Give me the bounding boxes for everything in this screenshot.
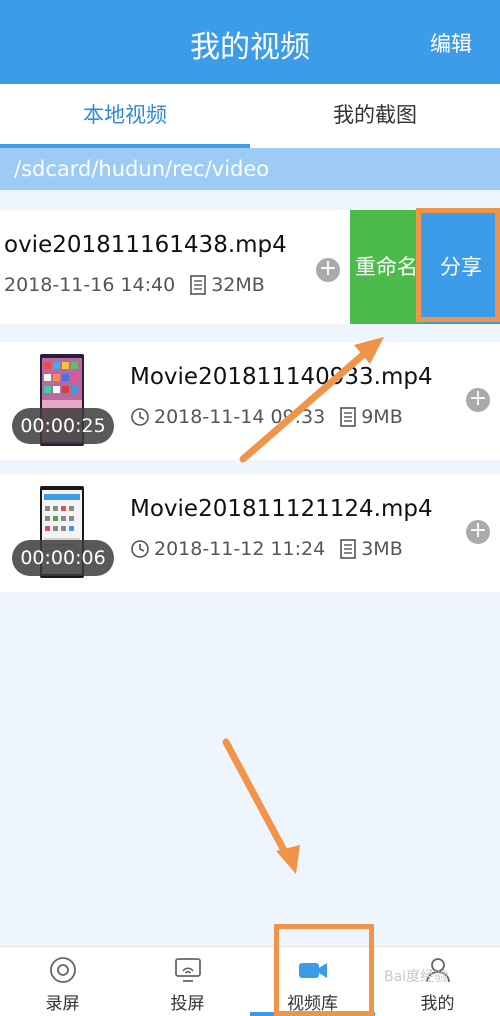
header: 我的视频 编辑 [0,0,500,84]
page-title: 我的视频 [190,30,310,65]
video-name: Movie201811121124.mp4 [130,496,433,522]
highlight-box-video-library [274,924,374,1016]
file-size-icon [190,275,207,295]
nav-label: 投屏 [170,994,205,1014]
nav-label: 我的 [420,994,455,1014]
video-date: 2018-11-16 14:40 [4,274,176,296]
file-size-icon [340,539,357,559]
plus-icon[interactable]: + [466,520,490,544]
highlight-box-share [416,208,500,322]
video-date: 2018-11-14 09:33 [154,406,326,428]
video-size: 9MB [361,406,403,428]
nav-label: 录屏 [45,994,80,1014]
video-duration: 00:00:25 [12,408,114,444]
video-name: ovie201811161438.mp4 [4,232,287,258]
video-row-3[interactable]: 00:00:06 Movie201811121124.mp4 2018-11-1… [0,474,500,592]
tab-my-screenshots[interactable]: 我的截图 [250,84,500,148]
clock-icon [131,408,149,426]
rename-button[interactable]: 重命名 [350,210,422,324]
video-size: 3MB [361,538,403,560]
video-duration: 00:00:06 [12,540,114,576]
video-meta: 2018-11-16 14:40 32MB [4,274,265,296]
nav-item-record[interactable]: 录屏 [0,947,125,1016]
video-meta: 2018-11-12 11:24 3MB [130,538,403,560]
video-meta: 2018-11-14 09:33 9MB [130,406,403,428]
tab-bar: 本地视频 我的截图 [0,84,500,148]
cast-icon [174,958,201,982]
record-icon [49,957,76,983]
video-date: 2018-11-12 11:24 [154,538,326,560]
video-row-2[interactable]: 00:00:25 Movie201811140933.mp4 2018-11-1… [0,342,500,460]
clock-icon [131,540,149,558]
plus-icon[interactable]: + [316,258,340,282]
file-size-icon [340,407,357,427]
edit-button[interactable]: 编辑 [430,28,472,58]
video-name: Movie201811140933.mp4 [130,364,433,390]
plus-icon[interactable]: + [466,388,490,412]
nav-item-cast[interactable]: 投屏 [125,947,250,1016]
tab-local-videos[interactable]: 本地视频 [0,84,250,148]
video-size: 32MB [211,274,265,296]
folder-path: /sdcard/hudun/rec/video [0,148,500,190]
watermark-logo: Bai度经验 [384,969,449,985]
